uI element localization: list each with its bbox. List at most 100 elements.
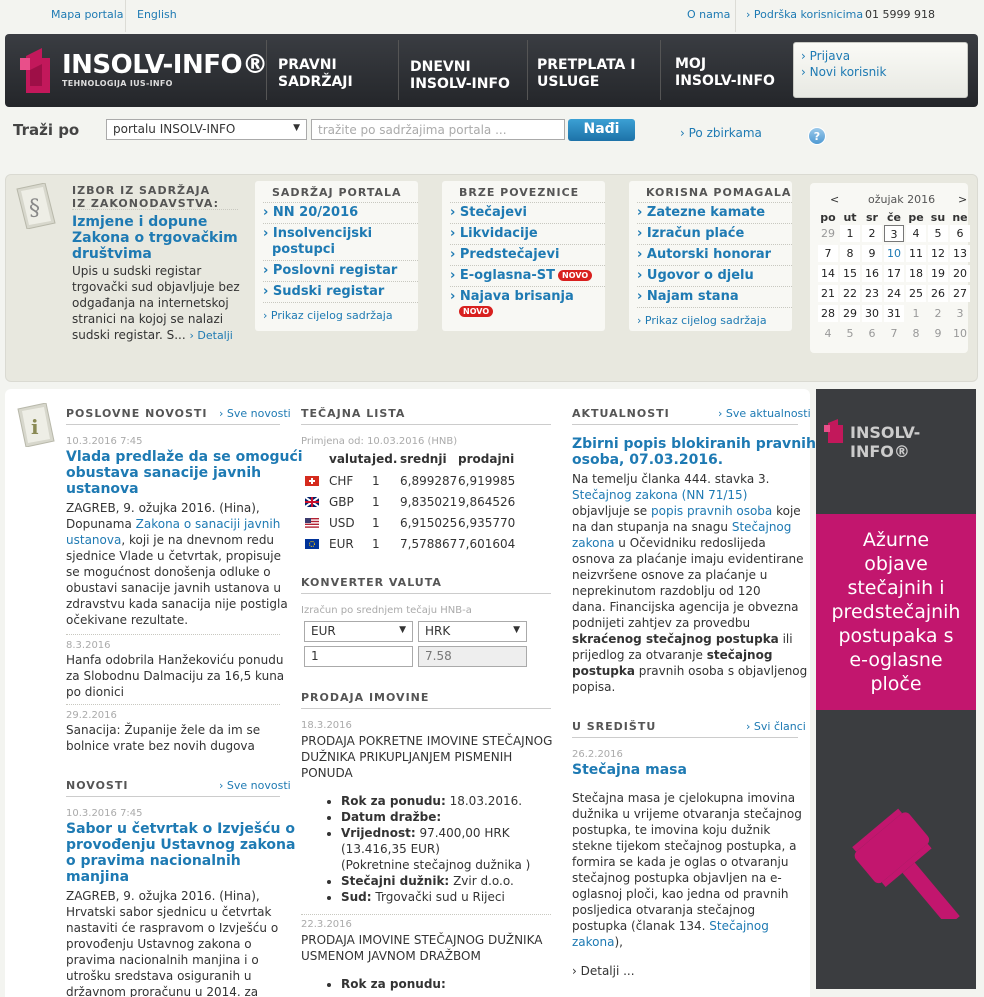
portal-link-nn[interactable]: NN 20/2016 xyxy=(263,205,358,220)
focus-all[interactable]: › Svi članci xyxy=(746,720,806,733)
calendar-day[interactable]: 28 xyxy=(818,305,838,322)
logo-icon[interactable] xyxy=(20,48,52,93)
calendar-day[interactable]: 2 xyxy=(928,305,948,322)
portal-all-link[interactable]: › Prikaz cijelog sadržaja xyxy=(263,309,393,322)
calendar-day[interactable]: 12 xyxy=(928,245,948,262)
quick-link-deletion[interactable]: Najava brisanja xyxy=(450,289,574,304)
calendar-day[interactable]: 5 xyxy=(928,225,948,242)
calendar-day[interactable]: 3 xyxy=(884,225,904,242)
news-title-1[interactable]: Sabor u četvrtak o Izvješću o provođenju … xyxy=(66,821,295,885)
nav-subscription[interactable]: PRETPLATA I USLUGE xyxy=(537,57,635,91)
featured-more-link[interactable]: › Detalji xyxy=(190,329,233,342)
calendar-day[interactable]: 7 xyxy=(884,325,904,342)
tool-work-contract[interactable]: Ugovor o djelu xyxy=(637,268,754,283)
search-scope-select[interactable]: portalu INSOLV-INFO ▼ xyxy=(106,119,307,140)
focus-more-link[interactable]: › Detalji ... xyxy=(572,963,635,979)
calendar-day[interactable]: 1 xyxy=(840,225,860,242)
calendar-prev[interactable]: < xyxy=(830,193,839,206)
featured-title[interactable]: Izmjene i dopune Zakona o trgovačkim društ… xyxy=(72,214,238,262)
new-user-link[interactable]: › Novi korisnik xyxy=(801,65,886,79)
calendar-day[interactable]: 4 xyxy=(906,225,926,242)
calendar-day[interactable]: 16 xyxy=(862,265,882,282)
about-link[interactable]: O nama xyxy=(687,8,730,21)
focus-title[interactable]: Stečajna masa xyxy=(572,762,687,778)
calendar-day[interactable]: 29 xyxy=(840,305,860,322)
sale-title-1[interactable]: PRODAJA POKRETNE IMOVINE STEČAJNOG DUŽNIK… xyxy=(301,733,552,781)
calendar-day[interactable]: 23 xyxy=(862,285,882,302)
calendar-day[interactable]: 17 xyxy=(884,265,904,282)
focus-text: Stečajna masa je cjelokupna imovina dužni… xyxy=(572,791,802,949)
actual-all[interactable]: › Sve aktualnosti xyxy=(718,407,811,420)
ad-banner[interactable]: INSOLV-INFO® Ažurne objave stečajnih i pred… xyxy=(816,389,976,989)
calendar-next[interactable]: > xyxy=(958,193,967,206)
tool-rent[interactable]: Najam stana xyxy=(637,289,739,304)
amount-input[interactable]: 1 xyxy=(304,646,413,667)
quick-link-eboard[interactable]: E-oglasna-STNOVO xyxy=(450,268,593,283)
sale-title-2[interactable]: PRODAJA IMOVINE STEČAJNOG DUŽNIKA USMENOM… xyxy=(301,932,542,964)
tools-all-link[interactable]: › Prikaz cijelog sadržaja xyxy=(637,314,767,327)
calendar-day[interactable]: 8 xyxy=(840,245,860,262)
business-news-title-1[interactable]: Vlada predlaže da se omogući obustava san… xyxy=(66,449,303,497)
tool-default-interest[interactable]: Zatezne kamate xyxy=(637,205,765,220)
from-currency-select[interactable]: EUR ▼ xyxy=(304,621,413,642)
calendar-day[interactable]: 25 xyxy=(906,285,926,302)
business-news-title-3[interactable]: Sanacija: Županije žele da im se bolnice … xyxy=(66,722,260,754)
portal-link-insolvency[interactable]: Insolvencijski xyxy=(263,226,372,241)
calendar-day[interactable]: 3 xyxy=(950,305,970,322)
rate-unit: 1 xyxy=(372,495,380,509)
login-link[interactable]: › Prijava xyxy=(801,49,850,63)
calendar-day[interactable]: 13 xyxy=(950,245,970,262)
help-icon[interactable]: ? xyxy=(808,127,826,145)
nav-daily[interactable]: DNEVNI INSOLV-INFO xyxy=(410,59,510,93)
rate-row: CHF 1 6,899287 6,919985 xyxy=(301,474,551,490)
tool-author-fee[interactable]: Autorski honorar xyxy=(637,247,771,262)
search-button[interactable]: Nađi xyxy=(568,119,635,141)
calendar-day[interactable]: 10 xyxy=(950,325,970,342)
collections-link[interactable]: › Po zbirkama xyxy=(680,126,762,140)
support-link[interactable]: › Podrška korisnicima xyxy=(746,8,863,21)
calendar-day[interactable]: 15 xyxy=(840,265,860,282)
actual-title[interactable]: Zbirni popis blokiranih pravnih osoba, 07… xyxy=(572,436,816,468)
calendar-day[interactable]: 8 xyxy=(906,325,926,342)
calendar-day[interactable]: 11 xyxy=(906,245,926,262)
calendar-day[interactable]: 26 xyxy=(928,285,948,302)
site-map-link[interactable]: Mapa portala xyxy=(51,8,124,21)
business-news-all[interactable]: › Sve novosti xyxy=(219,407,291,420)
calendar-day[interactable]: 21 xyxy=(818,285,838,302)
tool-salary[interactable]: Izračun plaće xyxy=(637,226,744,241)
calendar-day[interactable]: 19 xyxy=(928,265,948,282)
calendar-day[interactable]: 6 xyxy=(950,225,970,242)
calendar-day[interactable]: 6 xyxy=(862,325,882,342)
quick-link-bankruptcies[interactable]: Stečajevi xyxy=(450,205,527,220)
calendar-day[interactable]: 5 xyxy=(840,325,860,342)
calendar-day[interactable]: 31 xyxy=(884,305,904,322)
calendar-day[interactable]: 14 xyxy=(818,265,838,282)
calendar-day[interactable]: 20 xyxy=(950,265,970,282)
calendar-day[interactable]: 1 xyxy=(906,305,926,322)
quick-link-liquidations[interactable]: Likvidacije xyxy=(450,226,538,241)
calendar-day[interactable]: 27 xyxy=(950,285,970,302)
quick-link-prebankruptcy[interactable]: Predstečajevi xyxy=(450,247,560,262)
business-news-title-2[interactable]: Hanfa odobrila Hanžekoviću ponudu za Slob… xyxy=(66,652,284,700)
calendar-day[interactable]: 9 xyxy=(862,245,882,262)
calendar-day[interactable]: 29 xyxy=(818,225,838,242)
portal-link-court-register[interactable]: Sudski registar xyxy=(263,284,384,299)
nav-my-account[interactable]: MOJ INSOLV-INFO xyxy=(675,56,775,90)
calendar-day[interactable]: 4 xyxy=(818,325,838,342)
calendar-day[interactable]: 7 xyxy=(818,245,838,262)
portal-link-business-register[interactable]: Poslovni registar xyxy=(263,263,397,278)
calendar-day[interactable]: 10 xyxy=(884,245,904,262)
calendar-day[interactable]: 18 xyxy=(906,265,926,282)
calendar-day[interactable]: 24 xyxy=(884,285,904,302)
nav-legal-content[interactable]: PRAVNI SADRŽAJI xyxy=(278,57,353,91)
calendar-day[interactable]: 9 xyxy=(928,325,948,342)
actual-text: Na temelju članka 444. stavka 3. Stečajn… xyxy=(572,472,808,694)
news-all[interactable]: › Sve novosti xyxy=(219,779,291,792)
logo-name[interactable]: INSOLV-INFO® xyxy=(62,50,268,80)
english-link[interactable]: English xyxy=(137,8,177,21)
to-currency-select[interactable]: HRK ▼ xyxy=(418,621,527,642)
calendar-day[interactable]: 22 xyxy=(840,285,860,302)
calendar-day[interactable]: 2 xyxy=(862,225,882,242)
search-input[interactable]: tražite po sadržajima portala ... xyxy=(311,119,565,140)
calendar-day[interactable]: 30 xyxy=(862,305,882,322)
